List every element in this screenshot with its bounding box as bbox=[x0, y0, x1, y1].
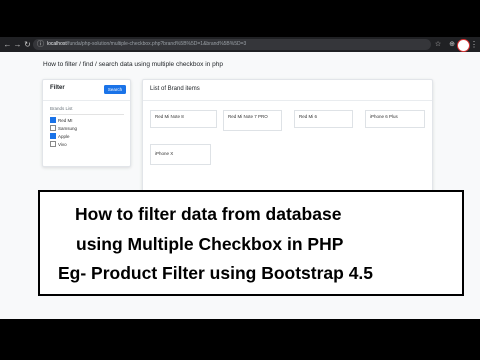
divider bbox=[50, 114, 124, 115]
brand-list-header: List of Brand items bbox=[143, 80, 432, 101]
url-text: localhost/funda/php-solution/multiple-ch… bbox=[47, 41, 247, 47]
brand-checkbox-row[interactable]: Samsung bbox=[50, 125, 77, 133]
caption-line-3: Eg- Product Filter using Bootstrap 4.5 bbox=[58, 263, 374, 283]
brands-list-label: Brands List bbox=[50, 106, 73, 111]
profile-avatar[interactable] bbox=[457, 39, 470, 52]
checkbox-checked[interactable] bbox=[50, 117, 56, 124]
back-arrow-icon[interactable]: ← bbox=[3, 40, 12, 49]
product-item[interactable]: iPhone X bbox=[150, 144, 211, 165]
filter-card-header: Filter Search bbox=[43, 80, 130, 101]
caption-line-2: using Multiple Checkbox in PHP bbox=[76, 234, 344, 254]
menu-icon[interactable]: ⋮ bbox=[470, 39, 478, 50]
caption-line-1: How to filter data from database bbox=[75, 204, 342, 224]
brand-checkbox-row[interactable]: Red MI bbox=[50, 117, 73, 125]
brand-checkbox-row[interactable]: Vivo bbox=[50, 141, 67, 149]
forward-arrow-icon[interactable]: → bbox=[13, 40, 22, 49]
product-item[interactable]: Red Mi Note 8 bbox=[150, 110, 217, 128]
product-item[interactable]: iPhone 6 Plus bbox=[365, 110, 425, 128]
address-bar[interactable]: ⓘ localhost/funda/php-solution/multiple-… bbox=[33, 39, 431, 50]
product-item[interactable]: Red Mi Note 7 PRO bbox=[223, 110, 282, 131]
product-item[interactable]: Red Mi 6 bbox=[294, 110, 353, 128]
checkbox-unchecked[interactable] bbox=[50, 125, 56, 132]
video-caption-box: How to filter data from database using M… bbox=[38, 190, 464, 296]
filter-card: Filter Search Brands List Red MI Samsung… bbox=[42, 79, 131, 167]
search-button[interactable]: Search bbox=[104, 85, 126, 94]
reload-icon[interactable]: ↻ bbox=[23, 40, 32, 49]
page-title: How to filter / find / search data using… bbox=[43, 61, 223, 68]
checkbox-unchecked[interactable] bbox=[50, 141, 56, 148]
extension-icons[interactable]: ☆ ⊕ bbox=[435, 40, 458, 48]
checkbox-checked[interactable] bbox=[50, 133, 56, 140]
filter-title: Filter bbox=[50, 85, 65, 91]
brand-list-title: List of Brand items bbox=[150, 86, 200, 92]
browser-toolbar: ← → ↻ ⓘ localhost/funda/php-solution/mul… bbox=[0, 37, 480, 52]
brand-list-card: List of Brand items Red Mi Note 8 Red Mi… bbox=[142, 79, 433, 201]
info-icon[interactable]: ⓘ bbox=[37, 40, 44, 49]
brand-checkbox-row[interactable]: Apple bbox=[50, 133, 70, 141]
